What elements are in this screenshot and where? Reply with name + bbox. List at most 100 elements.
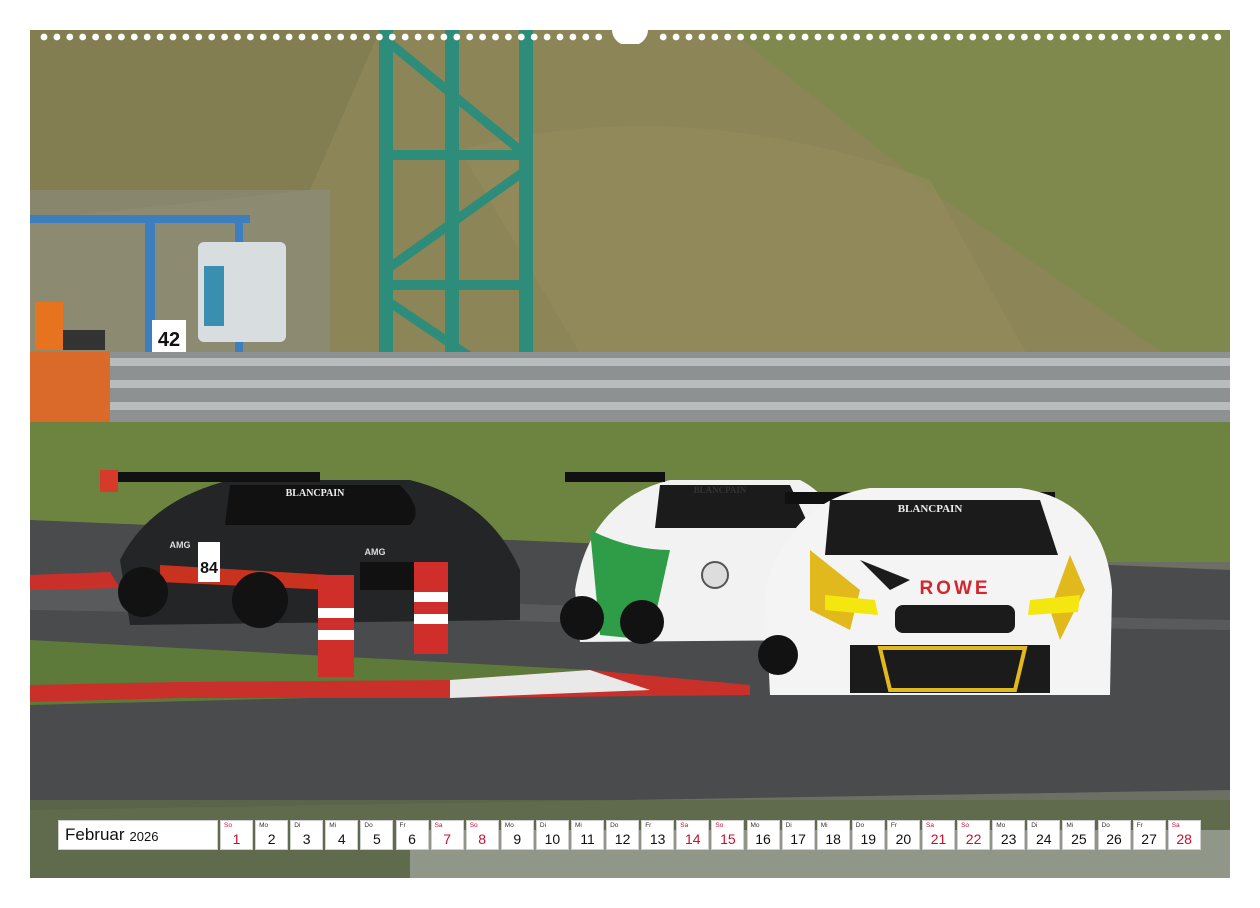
car1-hood: AMG <box>365 547 386 557</box>
day-number: 25 <box>1071 831 1087 847</box>
binding-hole <box>853 33 861 41</box>
month-name: Februar <box>65 825 125 844</box>
binding-hole <box>92 33 99 41</box>
binding-hole <box>775 33 783 41</box>
day-number: 12 <box>614 831 631 847</box>
binding-hole <box>259 33 267 41</box>
day-cell: Mi 25 <box>1062 820 1096 850</box>
day-cell: Fr 13 <box>641 820 675 850</box>
binding-hole <box>982 33 990 41</box>
binding-hole <box>105 33 112 41</box>
day-cell: So 22 <box>957 820 991 850</box>
day-abbreviation: Do <box>610 822 619 829</box>
binding-hole <box>530 33 538 41</box>
month-label-box: Februar 2026 <box>58 820 218 850</box>
binding-hole <box>1137 33 1144 41</box>
hanger-notch <box>612 30 648 44</box>
binding-hole <box>904 33 912 41</box>
day-cell: Sa 21 <box>922 820 955 850</box>
binding-hole <box>169 33 177 41</box>
binding-hole <box>1188 33 1196 41</box>
binding-hole <box>801 33 809 41</box>
binding-hole <box>1150 33 1157 41</box>
car1-sponsor: BLANCPAIN <box>286 488 345 499</box>
day-abbreviation: Di <box>294 822 301 829</box>
day-abbreviation: Do <box>364 822 373 829</box>
binding-hole <box>930 33 938 41</box>
binding-hole <box>1214 33 1222 41</box>
binding-hole <box>672 33 680 41</box>
day-cell: Mi 18 <box>816 820 850 850</box>
calendar-strip: Februar 2026 So 1 Mo 2 Di 3 Mi 4 Do 5 Fr 6 Sa 7 So 8 Mo 9… <box>58 820 1202 850</box>
day-number: 19 <box>860 831 877 847</box>
binding-hole <box>685 33 693 41</box>
day-abbreviation: Do <box>855 822 865 829</box>
binding-hole <box>1201 33 1209 41</box>
day-abbreviation: Sa <box>926 822 934 829</box>
binding-hole <box>917 33 925 41</box>
day-number: 20 <box>895 831 912 847</box>
day-cell: Fr 27 <box>1132 820 1166 850</box>
binding-hole <box>724 33 732 41</box>
binding-hole <box>66 33 74 41</box>
day-abbreviation: Mo <box>996 822 1006 829</box>
day-cell: Fr 20 <box>886 820 920 850</box>
binding-hole <box>1033 33 1041 41</box>
calendar-page: 42 84 BLANCPAIN AMG AMG BLANCPAIN BLANCP… <box>0 0 1260 908</box>
car3-sponsor: BLANCPAIN <box>898 503 963 515</box>
day-cell: Sa 28 <box>1167 820 1201 850</box>
binding-hole <box>737 33 744 41</box>
binding-hole <box>118 33 125 41</box>
binding-hole <box>763 33 770 41</box>
binding-hole <box>814 33 822 41</box>
binding-hole <box>143 33 151 41</box>
spiral-binding <box>40 30 1222 44</box>
day-cell: Di 10 <box>535 820 569 850</box>
binding-hole <box>543 33 551 41</box>
binding-hole <box>285 33 293 41</box>
day-abbreviation: Sa <box>680 822 689 829</box>
binding-hole <box>337 33 345 41</box>
day-cell: Mo 2 <box>255 820 289 850</box>
binding-hole <box>556 33 564 41</box>
binding-hole <box>969 33 977 41</box>
binding-hole <box>208 33 216 41</box>
binding-hole <box>466 33 474 41</box>
day-cell: Mo 16 <box>746 820 780 850</box>
binding-hole <box>440 33 448 41</box>
binding-hole <box>195 33 203 41</box>
binding-hole <box>956 33 964 41</box>
binding-hole <box>182 33 190 41</box>
binding-hole <box>595 33 603 41</box>
day-cell: Mo 9 <box>500 820 534 850</box>
day-abbreviation: Mo <box>259 822 269 829</box>
day-cell: Di 17 <box>781 820 815 850</box>
day-number: 5 <box>372 831 381 847</box>
day-cell: Di 3 <box>290 820 324 850</box>
day-cell: Do 26 <box>1097 820 1131 850</box>
day-abbreviation: Di <box>785 822 792 829</box>
day-abbreviation: Mi <box>820 822 828 829</box>
race-photo: 42 84 BLANCPAIN AMG AMG BLANCPAIN BLANCP… <box>30 30 1230 878</box>
binding-hole <box>1021 33 1028 41</box>
binding-hole <box>1059 33 1067 41</box>
day-number: 4 <box>337 831 346 847</box>
binding-hole <box>505 33 512 41</box>
binding-hole <box>401 33 409 41</box>
day-number: 24 <box>1036 831 1052 847</box>
binding-hole <box>298 33 306 41</box>
bollard-right <box>414 562 448 654</box>
day-cell: Do 19 <box>851 820 885 850</box>
day-cell: So 15 <box>711 820 745 850</box>
car2-sponsor: BLANCPAIN <box>694 485 747 495</box>
binding-hole <box>53 33 61 41</box>
day-abbreviation: Fr <box>1136 822 1143 829</box>
day-abbreviation: So <box>469 822 478 829</box>
day-abbreviation: So <box>224 822 232 829</box>
binding-hole <box>582 33 590 41</box>
post-sign-number: 42 <box>158 329 180 351</box>
day-cell: Fr 6 <box>395 820 429 850</box>
day-cell: Di 24 <box>1027 820 1061 850</box>
day-cell: Mi 4 <box>325 820 359 850</box>
year: 2026 <box>129 829 159 844</box>
